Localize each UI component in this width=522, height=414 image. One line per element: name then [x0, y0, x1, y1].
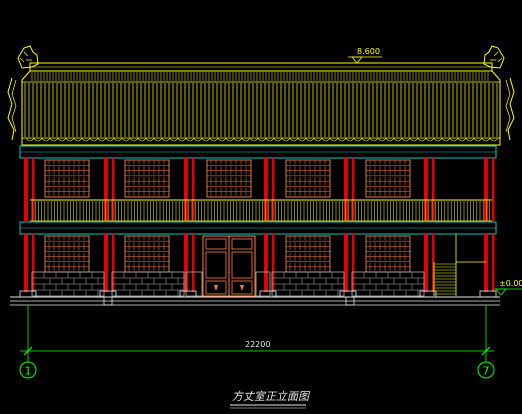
ground-elevation-label: ±0.00 [499, 279, 522, 288]
drawing-title: 方丈室正立面图 [232, 390, 311, 403]
lattice-panel [285, 235, 331, 273]
column-upper [492, 158, 495, 222]
upper-beam [19, 145, 497, 159]
ridge-ornament-left [7, 45, 39, 141]
column-upper [484, 158, 488, 222]
axis-label-left: 1 [25, 365, 32, 378]
column-upper [264, 158, 268, 222]
dimension-line: 22200 [20, 305, 494, 362]
lattice-panel [285, 159, 331, 198]
ridge-elevation-label: 8.600 [357, 47, 380, 56]
column-upper [272, 158, 275, 222]
masonry-plinth [31, 271, 425, 297]
column-lower [104, 234, 108, 292]
ridge-ornament-right [483, 45, 515, 141]
side-stair [433, 234, 486, 296]
lattice-panel [206, 159, 252, 198]
column-upper [344, 158, 348, 222]
column-upper [104, 158, 108, 222]
column-lower [424, 234, 428, 292]
column-upper [432, 158, 435, 222]
column-upper [184, 158, 188, 222]
axis-bubble-right: 7 [477, 361, 495, 379]
lattice-panel [44, 159, 90, 198]
column-lower [192, 234, 195, 292]
column-bases [19, 290, 497, 306]
column-upper [424, 158, 428, 222]
column-upper [112, 158, 115, 222]
column-lower [24, 234, 28, 292]
lattice-panel [365, 235, 411, 273]
column-upper [192, 158, 195, 222]
elevation-drawing: 8.600 ±0.00 22200 1 7 方丈室正立面图 [7, 45, 522, 409]
lattice-panel [124, 159, 170, 198]
column-upper [352, 158, 355, 222]
lattice-panel [124, 235, 170, 273]
lattice-panel [365, 159, 411, 198]
column-lower [484, 234, 488, 292]
lattice-panel [44, 235, 90, 273]
column-lower [344, 234, 348, 292]
ridge-elevation-marker: 8.600 [348, 47, 382, 64]
central-door [202, 235, 256, 297]
column-upper [24, 158, 28, 222]
column-lower [264, 234, 268, 292]
drawing-title-block: 方丈室正立面图 [230, 390, 311, 409]
lower-beam [19, 221, 497, 235]
column-upper [32, 158, 35, 222]
overall-dimension-label: 22200 [245, 340, 270, 349]
ground-elevation-marker: ±0.00 [494, 279, 522, 296]
axis-bubble-left: 1 [19, 361, 37, 379]
column-lower [492, 234, 495, 292]
balcony-railing [30, 199, 492, 222]
roof [7, 45, 515, 146]
ground [10, 296, 500, 306]
roof-tiles [24, 83, 498, 137]
axis-label-right: 7 [483, 365, 490, 378]
